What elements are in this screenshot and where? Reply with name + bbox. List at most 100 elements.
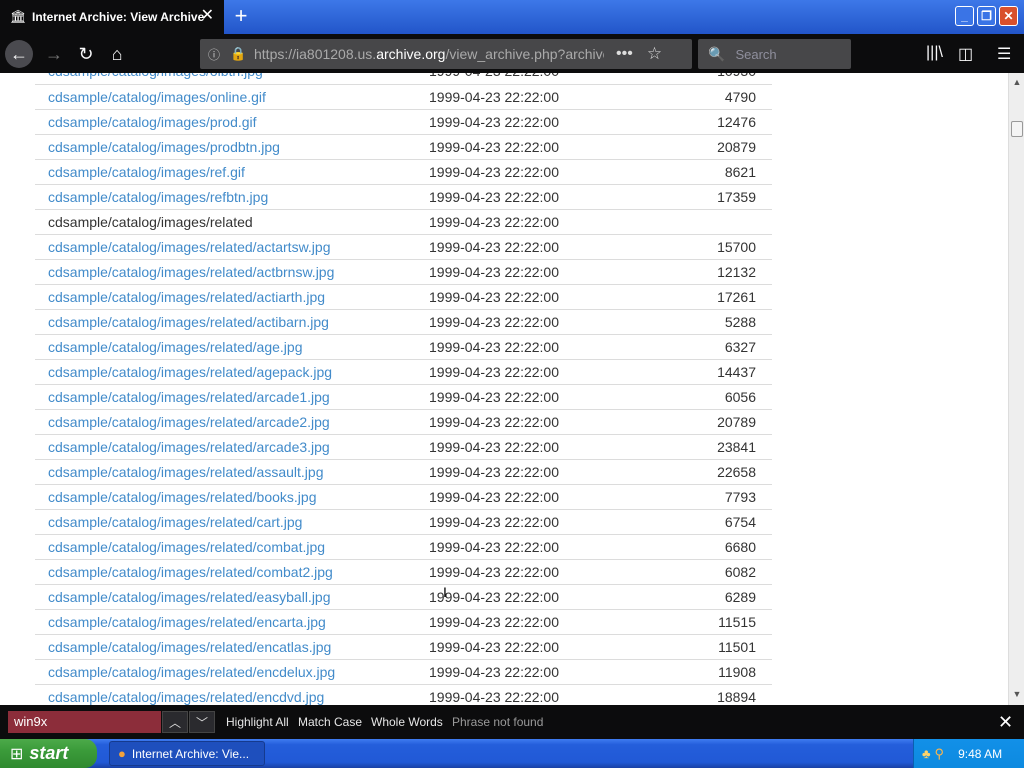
vertical-scrollbar[interactable]: ▲ ▼ [1008, 73, 1024, 705]
file-date-cell: 1999-04-23 22:22:00 [429, 434, 644, 460]
file-name-cell: cdsample/catalog/images/refbtn.jpg [35, 184, 429, 210]
file-name-cell: cdsample/catalog/images/related/cart.jpg [35, 509, 429, 535]
file-date-cell: 1999-04-23 22:22:00 [429, 109, 644, 135]
window-close-button[interactable]: ✕ [999, 6, 1018, 26]
table-row: cdsample/catalog/images/related/actiarth… [35, 284, 772, 310]
file-size-cell: 10930 [644, 73, 772, 85]
search-input[interactable]: 🔍 Search [698, 39, 851, 69]
file-date-cell: 1999-04-23 22:22:00 [429, 284, 644, 310]
file-link[interactable]: cdsample/catalog/images/related/arcade3.… [48, 439, 330, 455]
table-row: cdsample/catalog/images/related 1999-04-2… [35, 209, 772, 235]
file-link[interactable]: cdsample/catalog/images/related/encatlas… [48, 639, 331, 655]
file-link[interactable]: cdsample/catalog/images/related/actibarn… [48, 314, 329, 330]
tab-active[interactable]: 🏛 Internet Archive: View Archive ✕ [0, 0, 224, 34]
file-link[interactable]: cdsample/catalog/images/online.gif [48, 89, 266, 105]
file-link[interactable]: cdsample/catalog/images/related/actbrnsw… [48, 264, 334, 280]
system-tray: ♣ ⚲ 9:48 AM [913, 739, 1024, 768]
file-date-cell: 1999-04-23 22:22:00 [429, 609, 644, 635]
file-link[interactable]: cdsample/catalog/images/related/age.jpg [48, 339, 303, 355]
find-previous-button[interactable]: ︿ [162, 711, 188, 733]
file-link[interactable]: cdsample/catalog/images/prodbtn.jpg [48, 139, 280, 155]
find-next-button[interactable]: ﹀ [189, 711, 215, 733]
table-row: cdsample/catalog/images/related/encarta.… [35, 609, 772, 635]
file-size-cell: 6056 [644, 384, 772, 410]
file-link[interactable]: cdsample/catalog/images/related/actartsw… [48, 239, 330, 255]
clock: 9:48 AM [958, 746, 1003, 761]
file-date-cell: 1999-04-23 22:22:00 [429, 509, 644, 535]
search-tray-icon[interactable]: ⚲ [935, 746, 945, 762]
folder-name: cdsample/catalog/images/related [48, 213, 253, 230]
tab-title: Internet Archive: View Archive [32, 10, 205, 24]
file-link[interactable]: cdsample/catalog/images/related/encdelux… [48, 664, 335, 680]
file-name-cell: cdsample/catalog/images/related/actbrnsw… [35, 259, 429, 285]
file-link[interactable]: cdsample/catalog/images/related/encdvd.j… [48, 689, 324, 705]
scroll-down-icon[interactable]: ▼ [1010, 687, 1024, 701]
file-size-cell: 6680 [644, 534, 772, 560]
url-text[interactable]: https://ia801208.us.archive.org/view_arc… [254, 46, 604, 62]
file-name-cell: cdsample/catalog/images/prodbtn.jpg [35, 134, 429, 160]
file-size-cell [644, 209, 772, 235]
url-bar[interactable]: ⓘ 🔒 https://ia801208.us.archive.org/view… [200, 39, 692, 69]
file-date-cell: 1999-04-23 22:22:00 [429, 159, 644, 185]
find-status: Phrase not found [452, 715, 544, 729]
url-rest: /view_archive.php?archive=/ [445, 46, 604, 62]
file-link[interactable]: cdsample/catalog/images/related/actiarth… [48, 289, 325, 305]
file-size-cell: 8621 [644, 159, 772, 185]
back-button[interactable]: ← [5, 40, 33, 68]
file-date-cell: 1999-04-23 22:22:00 [429, 559, 644, 585]
file-link[interactable]: cdsample/catalog/images/related/cart.jpg [48, 514, 302, 530]
table-row: cdsample/catalog/images/related/encdvd.j… [35, 684, 772, 705]
file-link[interactable]: cdsample/catalog/images/related/assault.… [48, 464, 324, 480]
match-case-toggle[interactable]: Match Case [298, 715, 362, 729]
network-icon[interactable]: ♣ [922, 746, 931, 761]
file-size-cell: 5288 [644, 309, 772, 335]
search-placeholder: Search [735, 46, 777, 62]
taskbar-window-button[interactable]: ● Internet Archive: Vie... [109, 741, 265, 766]
file-link[interactable]: cdsample/catalog/images/related/easyball… [48, 589, 331, 605]
file-link[interactable]: cdsample/catalog/images/related/combat2.… [48, 564, 333, 580]
new-tab-button[interactable]: + [230, 4, 252, 28]
tab-close-icon[interactable]: ✕ [201, 8, 214, 24]
reload-button[interactable]: ↻ [72, 40, 100, 68]
highlight-all-toggle[interactable]: Highlight All [226, 715, 289, 729]
table-row: cdsample/catalog/images/prodbtn.jpg 1999-… [35, 134, 772, 160]
file-size-cell: 23841 [644, 434, 772, 460]
file-link[interactable]: cdsample/catalog/images/prod.gif [48, 114, 257, 130]
file-date-cell: 1999-04-23 22:22:00 [429, 209, 644, 235]
library-icon[interactable]: |||\ [926, 44, 943, 62]
sidebar-icon[interactable]: ◫ [958, 44, 973, 64]
find-close-icon[interactable]: ✕ [998, 712, 1013, 733]
menu-icon[interactable]: ☰ [997, 44, 1011, 64]
file-link[interactable]: cdsample/catalog/images/related/combat.j… [48, 539, 325, 555]
scroll-up-icon[interactable]: ▲ [1010, 75, 1024, 89]
file-size-cell: 6082 [644, 559, 772, 585]
minimize-button[interactable]: _ [955, 6, 974, 26]
file-date-cell: 1999-04-23 22:22:00 [429, 84, 644, 110]
info-icon[interactable]: ⓘ [208, 46, 224, 63]
file-link[interactable]: cdsample/catalog/images/related/agepack.… [48, 364, 332, 380]
find-input[interactable]: win9x [8, 711, 161, 733]
whole-words-toggle[interactable]: Whole Words [371, 715, 443, 729]
page-actions-icon[interactable]: ••• [616, 45, 633, 63]
forward-button[interactable]: → [40, 40, 68, 68]
restore-button[interactable]: ❐ [977, 6, 996, 26]
file-link[interactable]: cdsample/catalog/images/refbtn.jpg [48, 189, 268, 205]
scroll-thumb[interactable] [1011, 121, 1023, 137]
start-button[interactable]: ⊞ start [0, 739, 97, 768]
bookmark-star-icon[interactable]: ☆ [647, 44, 662, 64]
file-link[interactable]: cdsample/catalog/images/related/arcade1.… [48, 389, 330, 405]
file-date-cell: 1999-04-23 22:22:00 [429, 259, 644, 285]
file-link[interactable]: cdsample/catalog/images/related/arcade2.… [48, 414, 330, 430]
table-row: cdsample/catalog/images/related/encatlas… [35, 634, 772, 660]
table-row: cdsample/catalog/images/related/arcade3.… [35, 434, 772, 460]
table-row: cdsample/catalog/images/related/agepack.… [35, 359, 772, 385]
file-link[interactable]: cdsample/catalog/images/ref.gif [48, 164, 245, 180]
file-link[interactable]: cdsample/catalog/images/related/encarta.… [48, 614, 326, 630]
home-button[interactable]: ⌂ [103, 40, 131, 68]
table-row: cdsample/catalog/images/related/actibarn… [35, 309, 772, 335]
file-name-cell: cdsample/catalog/images/related/books.jp… [35, 484, 429, 510]
file-link[interactable]: cdsample/catalog/images/related/books.jp… [48, 489, 317, 505]
file-size-cell: 4790 [644, 84, 772, 110]
file-link[interactable]: cdsample/catalog/images/olbtn.jpg [48, 73, 263, 79]
lock-icon[interactable]: 🔒 [230, 46, 246, 62]
